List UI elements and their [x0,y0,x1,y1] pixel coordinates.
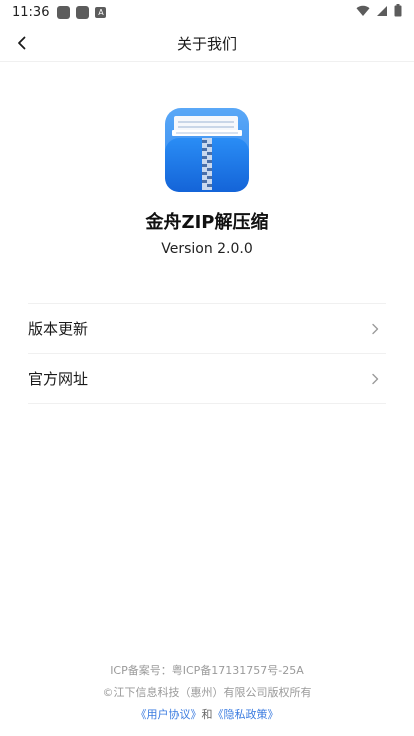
zip-folder-icon [165,108,249,192]
chevron-right-icon [364,368,386,390]
chevron-right-icon [364,318,386,340]
notification-icon [57,5,71,19]
footer: ICP备案号：粤ICP备17131757号-25A ©江下信息科技（惠州）有限公… [0,660,414,726]
copyright-text: ©江下信息科技（惠州）有限公司版权所有 [102,686,312,699]
privacy-policy-link[interactable]: 《隐私政策》 [213,708,279,721]
legal-links: 《用户协议》和《隐私政策》 [0,704,414,726]
menu-item-label: 版本更新 [28,320,89,338]
app-version: Version 2.0.0 [161,241,253,257]
app-name: 金舟ZIP解压缩 [145,212,269,233]
battery-icon [394,4,402,17]
icp-record: ICP备案号：粤ICP备17131757号-25A [110,664,304,677]
wifi-icon [356,5,370,16]
notification-icon [76,5,90,19]
and-text: 和 [201,708,213,721]
top-bar: 关于我们 [0,24,414,62]
app-store-icon: A [95,6,107,18]
settings-menu: 版本更新 官方网址 [28,303,386,404]
status-bar: 11:36 A [0,0,414,24]
page-title: 关于我们 [176,35,237,53]
signal-icon [377,5,387,16]
menu-item-label: 官方网址 [28,370,89,388]
status-time: 11:36 [12,4,50,20]
official-website-item[interactable]: 官方网址 [28,354,386,404]
user-agreement-link[interactable]: 《用户协议》 [136,708,202,721]
version-update-item[interactable]: 版本更新 [28,304,386,354]
